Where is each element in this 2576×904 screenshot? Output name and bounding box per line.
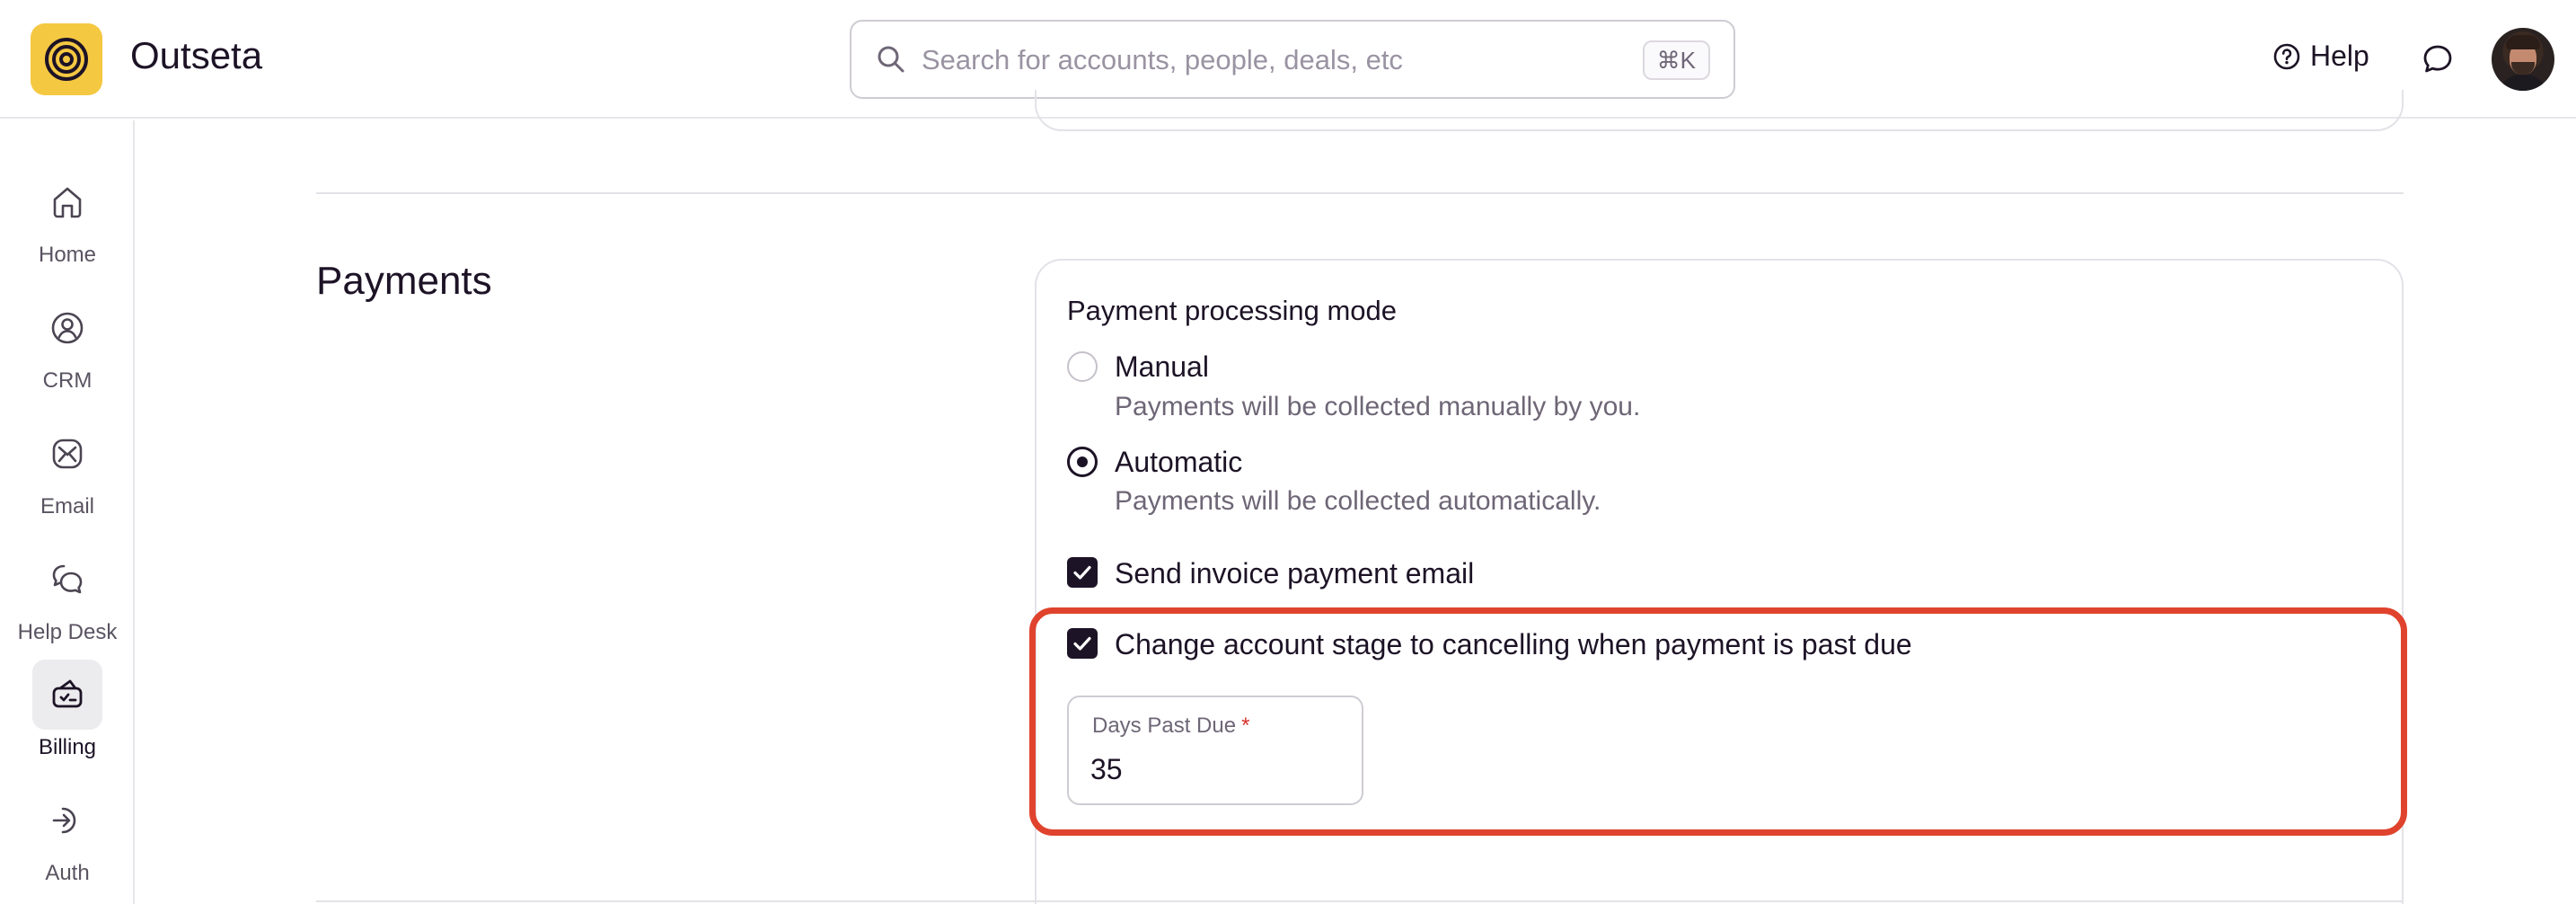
sidebar-item-label: Help Desk <box>17 620 118 644</box>
manual-option-label[interactable]: Manual <box>1115 350 1209 384</box>
help-circle-icon <box>2273 43 2300 69</box>
global-search[interactable]: ⌘K <box>850 20 1735 99</box>
automatic-option-label[interactable]: Automatic <box>1115 446 1242 479</box>
sidebar-item-label: Auth <box>45 861 90 885</box>
user-avatar[interactable] <box>2492 28 2554 91</box>
sidebar-item-help-desk[interactable]: Help Desk <box>0 545 135 661</box>
app-name: Outseta <box>130 34 263 76</box>
checkmark-icon <box>1073 565 1091 580</box>
section-divider <box>316 192 2404 194</box>
sidebar-item-label: Email <box>40 494 94 518</box>
payment-mode-label: Payment processing mode <box>1067 295 1398 326</box>
auth-icon <box>52 807 76 834</box>
send-invoice-email-checkbox[interactable] <box>1067 557 1098 588</box>
send-invoice-email-label[interactable]: Send invoice payment email <box>1115 557 1474 590</box>
sidebar-item-email[interactable]: Email <box>0 419 135 536</box>
help-desk-icon <box>52 564 83 594</box>
sidebar: Home CRM Email Help Desk Billing Auth <box>0 120 135 904</box>
logo-rings-icon <box>45 38 88 81</box>
sidebar-item-label: Billing <box>38 735 97 759</box>
sidebar-item-crm[interactable]: CRM <box>0 293 135 410</box>
sidebar-item-auth[interactable]: Auth <box>0 785 135 902</box>
section-divider-bottom <box>316 900 2404 902</box>
automatic-radio[interactable] <box>1067 447 1098 477</box>
crm-icon <box>51 312 84 344</box>
automatic-option-description: Payments will be collected automatically… <box>1115 486 1601 516</box>
chat-bubble-icon[interactable] <box>2422 43 2454 75</box>
search-icon <box>878 46 904 73</box>
previous-section-card <box>1035 90 2404 131</box>
sidebar-item-home[interactable]: Home <box>0 167 135 284</box>
manual-option-description: Payments will be collected manually by y… <box>1115 392 1641 421</box>
search-shortcut-badge: ⌘K <box>1642 40 1710 80</box>
section-title: Payments <box>316 259 492 303</box>
sidebar-item-billing[interactable]: Billing <box>0 660 135 776</box>
highlight-box <box>1029 607 2407 836</box>
billing-icon <box>52 679 83 708</box>
home-icon <box>53 187 82 218</box>
email-icon <box>52 439 83 469</box>
help-button[interactable]: Help <box>2272 40 2369 73</box>
search-input[interactable] <box>922 38 1568 83</box>
manual-radio[interactable] <box>1067 351 1098 382</box>
sidebar-item-label: CRM <box>42 368 93 393</box>
sidebar-item-label: Home <box>38 243 97 267</box>
help-label: Help <box>2310 40 2369 72</box>
outseta-logo[interactable] <box>31 23 102 95</box>
